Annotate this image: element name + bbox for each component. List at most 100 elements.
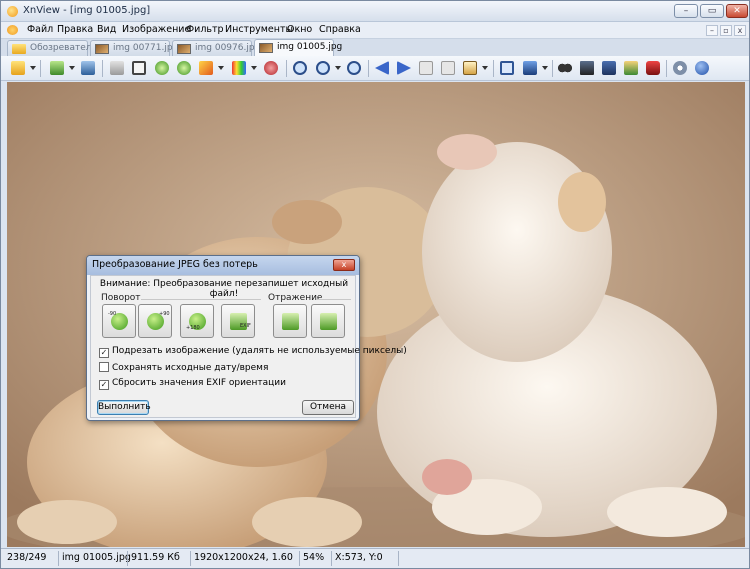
toolbar-separator <box>102 60 103 77</box>
menu-window[interactable]: Окно <box>287 24 312 35</box>
menu-image[interactable]: Изображение <box>122 24 190 35</box>
menu-view[interactable]: Вид <box>97 24 116 35</box>
zoom-out-icon[interactable] <box>345 59 363 77</box>
slideshow-icon[interactable] <box>461 59 479 77</box>
tab-label: img 00771.jpg <box>113 43 179 53</box>
reset-exif-checkbox-row[interactable]: ✓ Сбросить значения EXIF ориентации <box>99 378 286 390</box>
flip-horizontal-button[interactable] <box>273 304 307 338</box>
status-index: 238/249 <box>7 552 47 563</box>
effects-icon[interactable] <box>230 59 248 77</box>
menu-filter[interactable]: Фильтр <box>186 24 224 35</box>
next-icon[interactable] <box>395 59 413 77</box>
flip-vertical-button[interactable] <box>311 304 345 338</box>
document-menu-icon[interactable] <box>7 25 18 35</box>
status-separator <box>58 551 59 566</box>
zoom-in-icon[interactable] <box>291 59 309 77</box>
capture-icon[interactable] <box>644 59 662 77</box>
menu-bar: Файл Правка Вид Изображение Фильтр Инстр… <box>1 22 749 39</box>
trim-checkbox-row[interactable]: ✓ Подрезать изображение (удалять не испол… <box>99 346 407 358</box>
tab-label: img 01005.jpg <box>277 42 343 52</box>
keep-date-checkbox[interactable] <box>99 362 109 372</box>
keep-date-checkbox-row[interactable]: Сохранять исходные дату/время <box>99 362 268 373</box>
badge-icon[interactable] <box>262 59 280 77</box>
dialog-body: Внимание: Преобразование перезапишет исх… <box>90 275 407 418</box>
open-folder-icon[interactable] <box>48 59 66 77</box>
rotate-tag: EXIF <box>240 323 251 329</box>
flip-horizontal-icon <box>282 313 299 330</box>
jpeg-lossless-dialog: Преобразование JPEG без потерь x Внимани… <box>86 255 407 421</box>
tab-img-00771[interactable]: img 00771.jpg <box>90 40 178 56</box>
tab-browser[interactable]: Обозреватель <box>7 40 97 56</box>
mdi-minimize-button[interactable]: – <box>706 25 718 36</box>
photo-icon[interactable] <box>622 59 640 77</box>
toolbar-separator <box>286 60 287 77</box>
zoom-icon[interactable] <box>314 59 332 77</box>
rotate-plus-90-button[interactable]: +90 <box>138 304 172 338</box>
dialog-title: Преобразование JPEG без потерь <box>92 259 258 270</box>
rotate-right-icon[interactable] <box>175 59 193 77</box>
rotate-tag: -90 <box>108 311 117 317</box>
save-icon[interactable] <box>79 59 97 77</box>
binoculars-icon[interactable] <box>556 59 574 77</box>
print-icon[interactable] <box>108 59 126 77</box>
previous-icon[interactable] <box>373 59 391 77</box>
rotate-tag: +90 <box>159 311 170 317</box>
menu-help[interactable]: Справка <box>319 24 361 35</box>
status-separator <box>398 551 399 566</box>
flip-vertical-icon <box>320 313 337 330</box>
dialog-title-bar[interactable]: Преобразование JPEG без потерь x <box>87 256 359 275</box>
mirror-group-label: Отражение <box>268 293 323 303</box>
status-zoom: 54% <box>303 552 325 563</box>
trim-checkbox[interactable]: ✓ <box>99 348 109 358</box>
adjust-icon[interactable] <box>197 59 215 77</box>
filmstrip-icon[interactable] <box>600 59 618 77</box>
status-filename: img 01005.jpg <box>62 552 131 563</box>
mdi-restore-button[interactable]: ▫ <box>720 25 732 36</box>
chevron-down-icon[interactable] <box>482 66 488 70</box>
status-separator <box>190 551 191 566</box>
dialog-close-button[interactable]: x <box>333 259 355 271</box>
trim-label: Подрезать изображение (удалять не исполь… <box>112 346 407 356</box>
last-icon[interactable] <box>439 59 457 77</box>
crop-icon[interactable] <box>130 59 148 77</box>
tab-img-00976[interactable]: img 00976.jpg <box>172 40 260 56</box>
menu-tools[interactable]: Инструменты <box>225 24 293 35</box>
chevron-down-icon[interactable] <box>542 66 548 70</box>
rotate-left-icon[interactable] <box>153 59 171 77</box>
minimize-button[interactable]: – <box>674 4 698 18</box>
image-thumb-icon <box>95 44 109 54</box>
reset-exif-checkbox[interactable]: ✓ <box>99 380 109 390</box>
chevron-down-icon[interactable] <box>335 66 341 70</box>
toolbar-separator <box>552 60 553 77</box>
status-coords: X:573, Y:0 <box>335 552 383 563</box>
screen-icon[interactable] <box>521 59 539 77</box>
close-button[interactable]: ✕ <box>726 4 748 18</box>
info-icon[interactable] <box>693 59 711 77</box>
fullscreen-icon[interactable] <box>498 59 516 77</box>
settings-icon[interactable] <box>671 59 689 77</box>
menu-file[interactable]: Файл <box>27 24 53 35</box>
chevron-down-icon[interactable] <box>30 66 36 70</box>
tab-img-01005[interactable]: img 01005.jpg <box>254 39 342 56</box>
chevron-down-icon[interactable] <box>69 66 75 70</box>
chevron-down-icon[interactable] <box>251 66 257 70</box>
mdi-close-button[interactable]: x <box>734 25 746 36</box>
main-toolbar <box>1 56 749 81</box>
toolbar-separator <box>666 60 667 77</box>
first-icon[interactable] <box>417 59 435 77</box>
execute-button[interactable]: Выполнить <box>97 400 151 415</box>
rotation-group-label: Поворот <box>101 293 141 303</box>
maximize-button[interactable]: ▭ <box>700 4 724 18</box>
cancel-button[interactable]: Отмена <box>302 400 354 415</box>
rotate-exif-button[interactable]: EXIF <box>221 304 255 338</box>
rotate-tag: +180 <box>186 325 200 331</box>
window-title: XnView - [img 01005.jpg] <box>23 5 151 16</box>
browser-icon[interactable] <box>9 59 27 77</box>
chevron-down-icon[interactable] <box>218 66 224 70</box>
menu-edit[interactable]: Правка <box>57 24 93 35</box>
xnview-logo-icon <box>7 6 18 17</box>
reset-exif-label: Сбросить значения EXIF ориентации <box>112 378 286 388</box>
rotate-180-button[interactable]: +180 <box>180 304 214 338</box>
rotate-minus-90-button[interactable]: -90 <box>102 304 136 338</box>
scanner-icon[interactable] <box>578 59 596 77</box>
